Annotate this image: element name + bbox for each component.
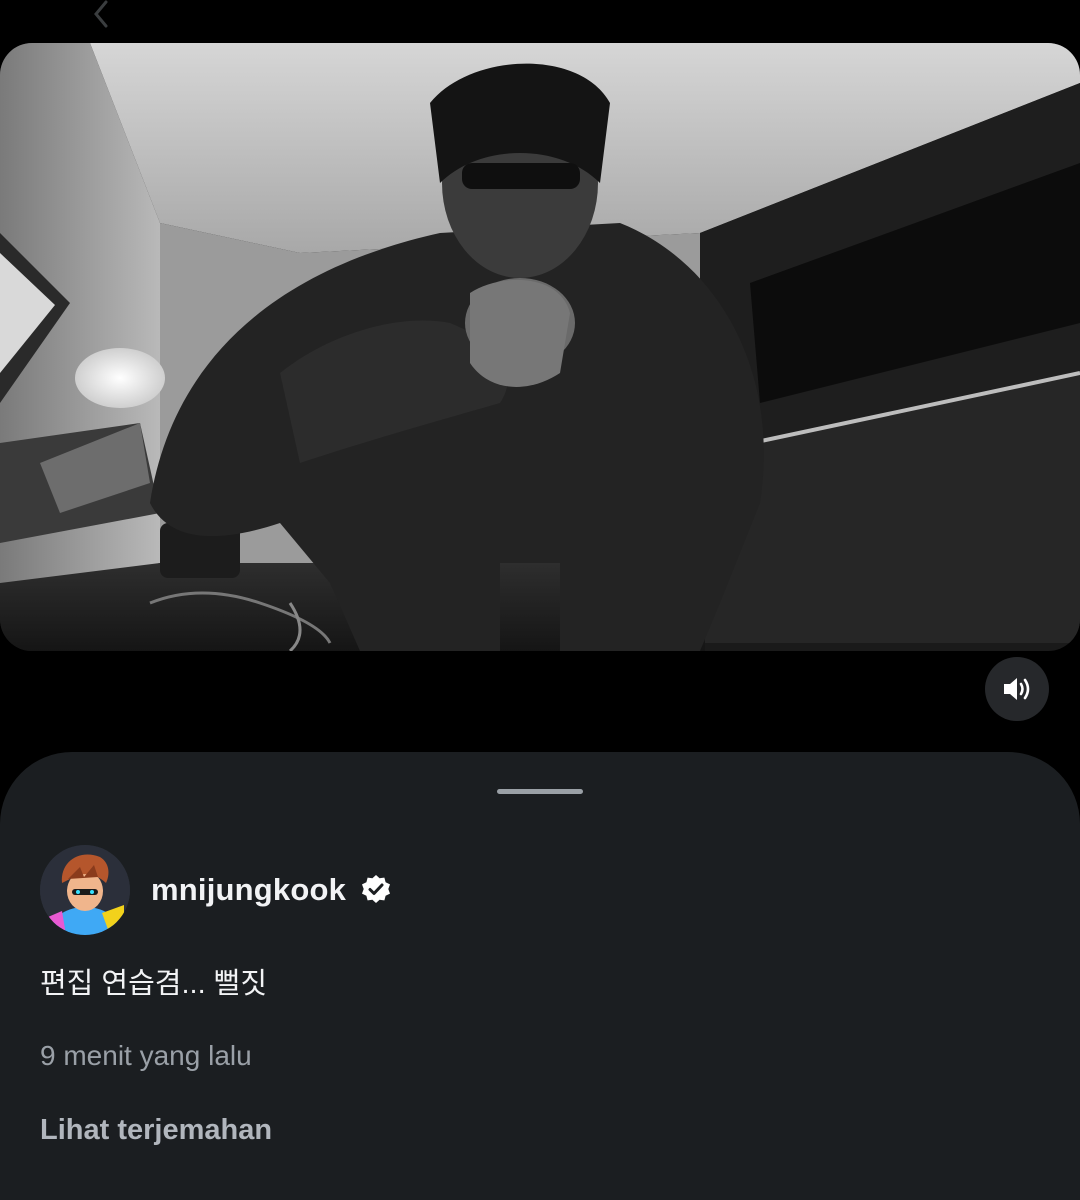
post-detail-screen: mnijungkook 편집 연습겸... 뻘짓 9 menit yang la… bbox=[0, 0, 1080, 1200]
see-translation-link[interactable]: Lihat terjemahan bbox=[40, 1114, 272, 1147]
speaker-volume-icon bbox=[1004, 678, 1030, 700]
avatar-illustration-icon bbox=[40, 845, 130, 935]
volume-toggle-button[interactable] bbox=[985, 657, 1049, 721]
verified-badge-icon bbox=[362, 875, 391, 903]
author-row[interactable]: mnijungkook bbox=[40, 844, 392, 936]
chevron-left-icon[interactable] bbox=[86, 0, 116, 30]
sheet-drag-handle[interactable] bbox=[497, 789, 583, 794]
post-info-sheet: mnijungkook 편집 연습겸... 뻘짓 9 menit yang la… bbox=[0, 752, 1080, 1200]
post-caption: 편집 연습겸... 뻘짓 bbox=[40, 968, 268, 1000]
post-timestamp: 9 menit yang lalu bbox=[40, 1040, 252, 1071]
video-frame-image bbox=[0, 43, 1080, 651]
avatar[interactable] bbox=[40, 845, 130, 935]
video-player[interactable] bbox=[0, 43, 1080, 651]
username[interactable]: mnijungkook bbox=[151, 872, 346, 908]
